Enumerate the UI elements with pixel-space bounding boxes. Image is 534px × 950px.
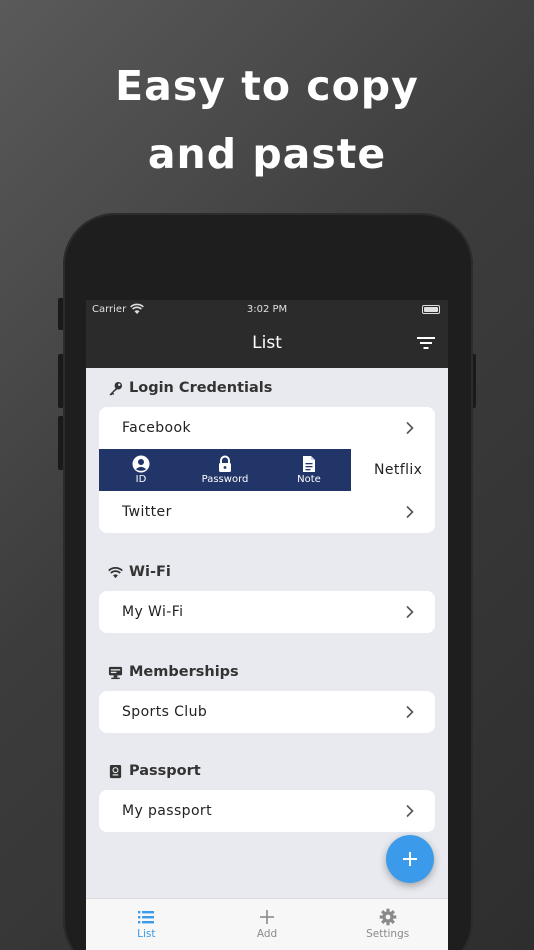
note-icon — [303, 456, 315, 472]
chevron-right-icon — [406, 421, 414, 435]
tab-label: Settings — [366, 928, 410, 940]
status-time: 3:02 PM — [246, 304, 288, 315]
action-label: Note — [297, 474, 321, 485]
tab-list[interactable]: List — [86, 899, 207, 950]
section-title-passport: Passport — [129, 763, 201, 779]
app-screen: Carrier 3:02 PM List Login Credentials F… — [86, 300, 448, 950]
passport-icon — [109, 764, 122, 778]
chevron-right-icon — [406, 605, 414, 619]
list-item-facebook[interactable]: Facebook — [99, 407, 435, 449]
section-header-wifi: Wi-Fi — [108, 564, 171, 580]
tab-label: Add — [256, 928, 278, 940]
add-item-fab-button[interactable] — [386, 835, 434, 883]
page-title: List — [252, 333, 282, 353]
filter-icon[interactable] — [416, 334, 436, 352]
tab-settings[interactable]: Settings — [327, 899, 448, 950]
memberships-card: Sports Club — [99, 691, 435, 733]
action-label: ID — [135, 474, 147, 485]
chevron-right-icon — [406, 804, 414, 818]
passport-card: My passport — [99, 790, 435, 832]
list-item-label: My passport — [122, 803, 212, 819]
battery-icon — [422, 305, 440, 314]
section-header-memberships: Memberships — [108, 664, 239, 680]
headline-line-1: Easy to copy — [115, 62, 419, 110]
headline-line-2: and paste — [147, 130, 387, 178]
plus-icon — [403, 852, 417, 866]
copy-note-button[interactable]: Note — [267, 449, 351, 491]
copy-password-button[interactable]: Password — [183, 449, 267, 491]
list-item-netflix[interactable]: ID Password Note Netflix — [99, 449, 435, 491]
list-item-twitter[interactable]: Twitter — [99, 491, 435, 533]
login-credentials-card: Facebook ID Password Note Netflix Twitte… — [99, 407, 435, 533]
tab-add[interactable]: Add — [207, 899, 328, 950]
section-title-memberships: Memberships — [129, 664, 239, 680]
list-item-my-passport[interactable]: My passport — [99, 790, 435, 832]
list-icon — [138, 911, 155, 924]
list-item-sports-club[interactable]: Sports Club — [99, 691, 435, 733]
chevron-right-icon — [406, 505, 414, 519]
add-icon — [260, 910, 274, 924]
list-item-my-wifi[interactable]: My Wi-Fi — [99, 591, 435, 633]
list-item-label: Facebook — [122, 420, 191, 436]
list-item-label: My Wi-Fi — [122, 604, 184, 620]
list-item-label: Twitter — [122, 504, 172, 520]
wifi-icon — [108, 566, 123, 578]
list-item-label: Sports Club — [122, 704, 208, 720]
chevron-right-icon — [406, 705, 414, 719]
list-item-label: Netflix — [374, 462, 423, 478]
swipe-actions: ID Password Note — [99, 449, 351, 491]
tab-bar: List Add Settings — [86, 898, 448, 950]
gear-icon — [379, 908, 396, 926]
key-icon — [109, 381, 123, 396]
copy-id-button[interactable]: ID — [99, 449, 183, 491]
tab-label: List — [137, 928, 156, 940]
membership-card-icon — [108, 666, 123, 679]
section-header-login: Login Credentials — [108, 380, 272, 396]
account-circle-icon — [132, 455, 150, 473]
lock-icon — [219, 455, 231, 472]
section-header-passport: Passport — [108, 763, 201, 779]
section-title-login: Login Credentials — [129, 380, 273, 396]
status-bar: Carrier 3:02 PM — [86, 300, 448, 320]
wifi-card: My Wi-Fi — [99, 591, 435, 633]
action-label: Password — [201, 474, 249, 485]
navigation-bar: List — [86, 320, 448, 368]
section-title-wifi: Wi-Fi — [129, 564, 171, 580]
